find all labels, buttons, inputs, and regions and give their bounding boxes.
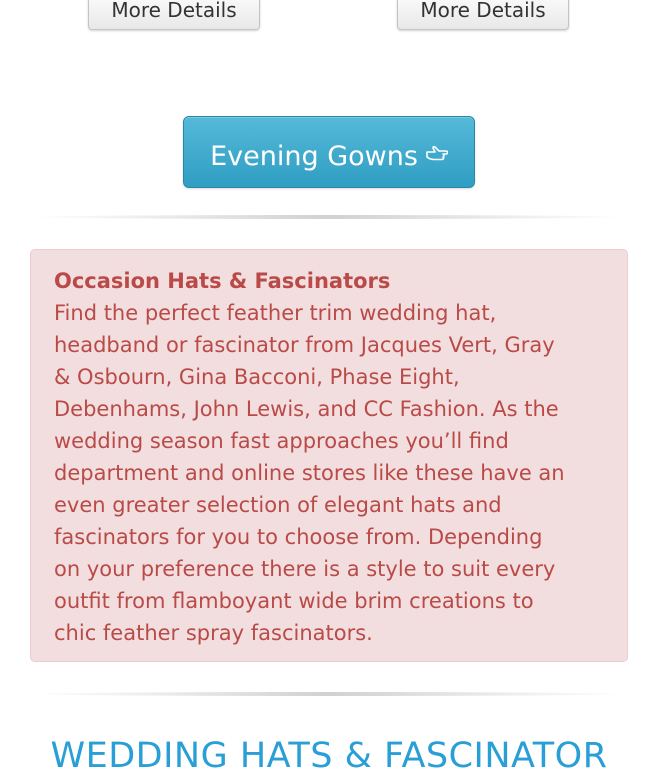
section-divider <box>30 215 628 219</box>
hand-pointer-right-icon <box>426 117 449 189</box>
more-details-label: More Details <box>420 0 546 22</box>
occasion-hats-alert: Occasion Hats & Fascinators Find the per… <box>30 249 628 662</box>
alert-title: Occasion Hats & Fascinators <box>54 269 391 293</box>
more-details-label: More Details <box>111 0 237 22</box>
evening-gowns-button[interactable]: Evening Gowns <box>183 116 475 188</box>
alert-body: Find the perfect feather trim wedding ha… <box>54 301 565 645</box>
more-details-button[interactable]: More Details <box>397 0 569 30</box>
section-divider <box>30 692 628 696</box>
evening-gowns-label: Evening Gowns <box>210 141 418 172</box>
more-details-button[interactable]: More Details <box>88 0 260 30</box>
section-heading: WEDDING HATS & FASCINATOR <box>50 736 608 776</box>
